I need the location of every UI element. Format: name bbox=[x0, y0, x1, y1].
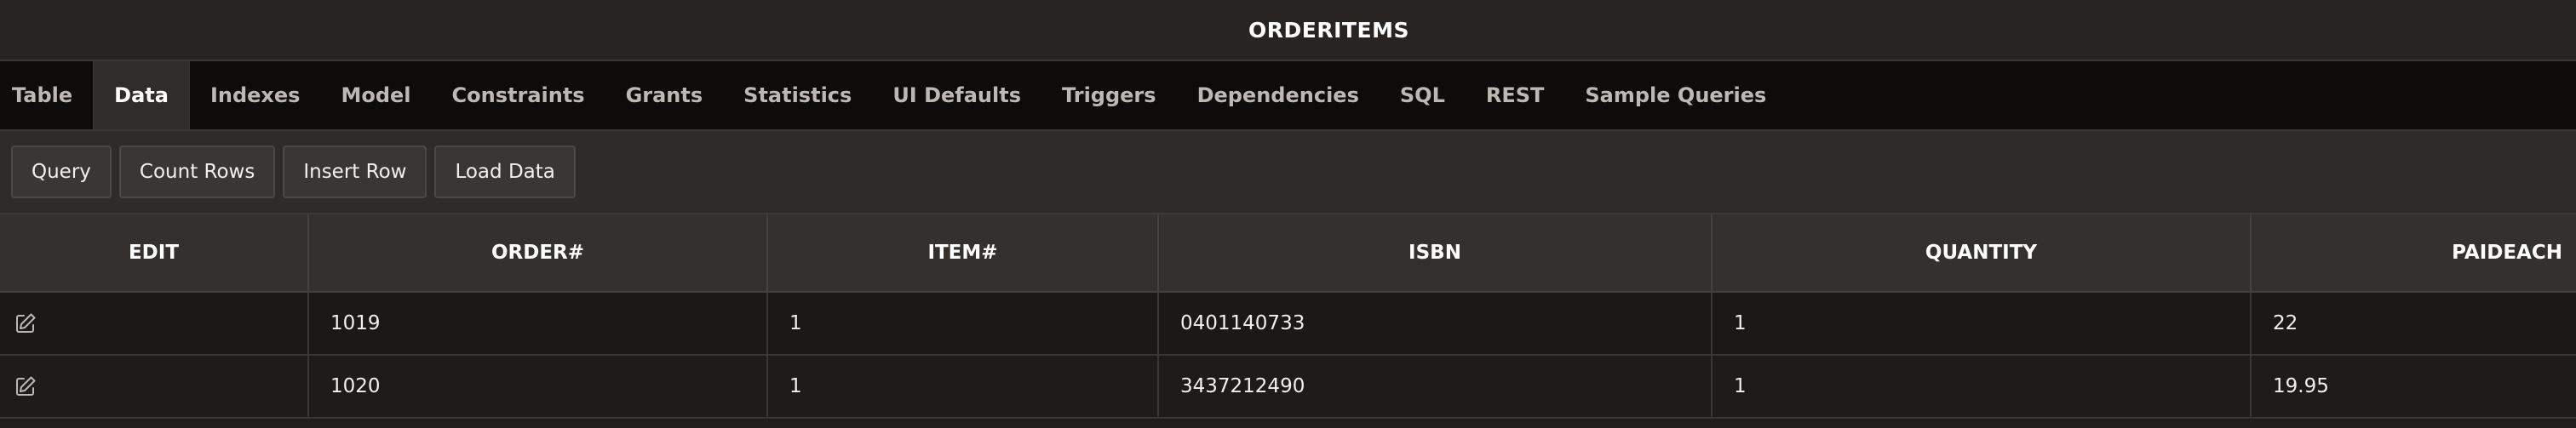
insert-row-button[interactable]: Insert Row bbox=[283, 146, 427, 198]
column-header-edit[interactable]: EDIT bbox=[0, 214, 309, 293]
edit-cell bbox=[0, 292, 309, 356]
cell-isbn: 0401140733 bbox=[1158, 292, 1713, 356]
column-header-isbn[interactable]: ISBN bbox=[1158, 214, 1713, 293]
cell-paideach: 22 bbox=[2251, 292, 2576, 356]
tab-table[interactable]: Table bbox=[0, 61, 93, 129]
object-tabs: Table Data Indexes Model Constraints Gra… bbox=[0, 61, 2576, 131]
cell-item: 1 bbox=[767, 355, 1159, 419]
tab-rest[interactable]: REST bbox=[1466, 61, 1565, 129]
table-row: 1019 1 0401140733 1 22 bbox=[0, 292, 2576, 356]
cell-item: 1 bbox=[767, 292, 1159, 356]
query-button[interactable]: Query bbox=[11, 146, 112, 198]
column-header-item[interactable]: ITEM# bbox=[767, 214, 1159, 293]
cell-order: 1020 bbox=[308, 355, 768, 419]
tab-constraints[interactable]: Constraints bbox=[432, 61, 605, 129]
data-grid: EDIT ORDER# ITEM# ISBN QUANTITY PAIDEACH bbox=[0, 214, 2576, 419]
header-row: EDIT ORDER# ITEM# ISBN QUANTITY PAIDEACH bbox=[0, 214, 2576, 293]
cell-quantity: 1 bbox=[1712, 292, 2252, 356]
cell-isbn: 3437212490 bbox=[1158, 355, 1713, 419]
tab-triggers[interactable]: Triggers bbox=[1041, 61, 1177, 129]
tab-statistics[interactable]: Statistics bbox=[723, 61, 872, 129]
data-toolbar: Query Count Rows Insert Row Load Data bbox=[0, 131, 2576, 214]
column-header-quantity[interactable]: QUANTITY bbox=[1712, 214, 2252, 293]
tab-model[interactable]: Model bbox=[320, 61, 431, 129]
cell-paideach: 19.95 bbox=[2251, 355, 2576, 419]
cell-quantity: 1 bbox=[1712, 355, 2252, 419]
tab-ui-defaults[interactable]: UI Defaults bbox=[872, 61, 1041, 129]
title-bar: ORDERITEMS bbox=[0, 0, 2576, 61]
tab-sql[interactable]: SQL bbox=[1380, 61, 1466, 129]
tab-indexes[interactable]: Indexes bbox=[190, 61, 321, 129]
load-data-button[interactable]: Load Data bbox=[434, 146, 576, 198]
tab-data[interactable]: Data bbox=[93, 61, 190, 129]
edit-cell bbox=[0, 355, 309, 419]
edit-icon[interactable] bbox=[12, 373, 39, 400]
page-title: ORDERITEMS bbox=[1248, 17, 1409, 43]
column-header-paideach[interactable]: PAIDEACH bbox=[2251, 214, 2576, 293]
tab-grants[interactable]: Grants bbox=[605, 61, 724, 129]
cell-order: 1019 bbox=[308, 292, 768, 356]
count-rows-button[interactable]: Count Rows bbox=[118, 146, 276, 198]
tab-dependencies[interactable]: Dependencies bbox=[1177, 61, 1380, 129]
column-header-order[interactable]: ORDER# bbox=[308, 214, 768, 293]
tab-sample-queries[interactable]: Sample Queries bbox=[1564, 61, 1787, 129]
table-row: 1020 1 3437212490 1 19.95 bbox=[0, 355, 2576, 419]
app-window: ORDERITEMS Table Data Indexes Model Cons… bbox=[0, 0, 2576, 428]
edit-icon[interactable] bbox=[12, 310, 39, 337]
